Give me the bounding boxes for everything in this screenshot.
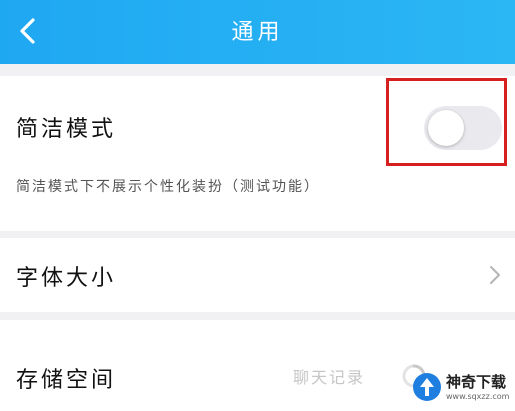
simple-mode-label: 简洁模式 — [16, 117, 117, 142]
watermark-name: 神奇下载 — [446, 373, 507, 391]
font-size-label: 字体大小 — [16, 266, 117, 291]
watermark-logo-icon — [413, 373, 441, 401]
simple-mode-description: 简洁模式下不展示个性化装扮（测试功能） — [16, 179, 320, 195]
chevron-right-icon — [490, 266, 500, 284]
watermark-url: www.sqxzz.com — [446, 392, 510, 401]
storage-subtitle: 聊天记录 — [293, 368, 366, 387]
top-nav-bar: 通用 — [0, 0, 515, 64]
highlight-box — [386, 78, 507, 166]
storage-label: 存储空间 — [16, 368, 117, 393]
font-size-row[interactable]: 字体大小 — [0, 238, 515, 312]
page-title: 通用 — [231, 20, 284, 45]
